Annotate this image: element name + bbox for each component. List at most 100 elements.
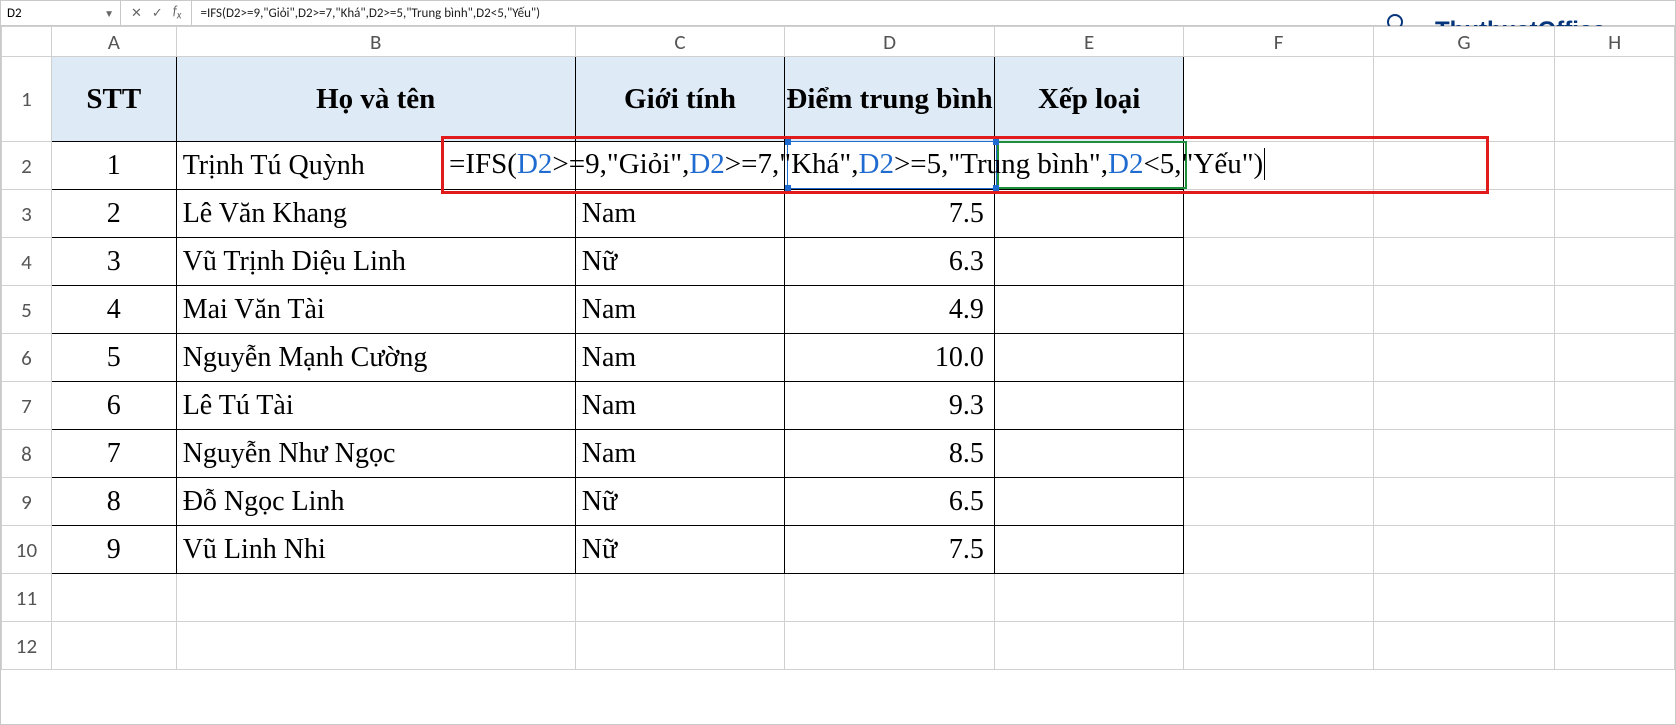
cell-F4[interactable] xyxy=(1184,238,1373,286)
row-header-6[interactable]: 6 xyxy=(2,334,52,382)
col-header-G[interactable]: G xyxy=(1373,27,1554,57)
cell-F9[interactable] xyxy=(1184,478,1373,526)
cell-G9[interactable] xyxy=(1373,478,1554,526)
cell-C9[interactable]: Nữ xyxy=(575,478,785,526)
cell-C1[interactable]: Giới tính xyxy=(575,57,785,142)
cell-A10[interactable]: 9 xyxy=(51,526,176,574)
cell-C2[interactable] xyxy=(575,142,785,190)
cell-B11[interactable] xyxy=(176,574,575,622)
cell-H8[interactable] xyxy=(1555,430,1675,478)
cell-G11[interactable] xyxy=(1373,574,1554,622)
cell-E2[interactable] xyxy=(994,142,1184,190)
spreadsheet-grid[interactable]: A B C D E F G H 1 STT Họ và tên Giới tín… xyxy=(1,26,1675,724)
cell-D9[interactable]: 6.5 xyxy=(785,478,995,526)
cell-A12[interactable] xyxy=(51,622,176,670)
cell-D8[interactable]: 8.5 xyxy=(785,430,995,478)
cell-F6[interactable] xyxy=(1184,334,1373,382)
cell-G10[interactable] xyxy=(1373,526,1554,574)
cell-F3[interactable] xyxy=(1184,190,1373,238)
cell-H1[interactable] xyxy=(1555,57,1675,142)
cell-C8[interactable]: Nam xyxy=(575,430,785,478)
cell-C4[interactable]: Nữ xyxy=(575,238,785,286)
row-header-4[interactable]: 4 xyxy=(2,238,52,286)
cell-D5[interactable]: 4.9 xyxy=(785,286,995,334)
cell-F7[interactable] xyxy=(1184,382,1373,430)
cell-D3[interactable]: 7.5 xyxy=(785,190,995,238)
cell-D4[interactable]: 6.3 xyxy=(785,238,995,286)
cell-C12[interactable] xyxy=(575,622,785,670)
cell-E8[interactable] xyxy=(994,430,1184,478)
cell-C6[interactable]: Nam xyxy=(575,334,785,382)
cell-H2[interactable] xyxy=(1555,142,1675,190)
cell-G6[interactable] xyxy=(1373,334,1554,382)
cell-F8[interactable] xyxy=(1184,430,1373,478)
col-header-A[interactable]: A xyxy=(51,27,176,57)
cell-E1[interactable]: Xếp loại xyxy=(994,57,1184,142)
cell-G1[interactable] xyxy=(1373,57,1554,142)
cell-A2[interactable]: 1 xyxy=(51,142,176,190)
cell-E11[interactable] xyxy=(994,574,1184,622)
row-header-9[interactable]: 9 xyxy=(2,478,52,526)
cell-C7[interactable]: Nam xyxy=(575,382,785,430)
cell-B10[interactable]: Vũ Linh Nhi xyxy=(176,526,575,574)
cell-F1[interactable] xyxy=(1184,57,1373,142)
cell-A3[interactable]: 2 xyxy=(51,190,176,238)
cell-G2[interactable] xyxy=(1373,142,1554,190)
cell-H12[interactable] xyxy=(1555,622,1675,670)
cell-H6[interactable] xyxy=(1555,334,1675,382)
cell-D11[interactable] xyxy=(785,574,995,622)
cell-A8[interactable]: 7 xyxy=(51,430,176,478)
cell-C5[interactable]: Nam xyxy=(575,286,785,334)
cell-E6[interactable] xyxy=(994,334,1184,382)
cell-E5[interactable] xyxy=(994,286,1184,334)
cell-F5[interactable] xyxy=(1184,286,1373,334)
chevron-down-icon[interactable]: ▼ xyxy=(104,7,114,20)
cell-B4[interactable]: Vũ Trịnh Diệu Linh xyxy=(176,238,575,286)
cell-A6[interactable]: 5 xyxy=(51,334,176,382)
row-header-10[interactable]: 10 xyxy=(2,526,52,574)
cell-B1[interactable]: Họ và tên xyxy=(176,57,575,142)
cell-A9[interactable]: 8 xyxy=(51,478,176,526)
row-header-12[interactable]: 12 xyxy=(2,622,52,670)
col-header-B[interactable]: B xyxy=(176,27,575,57)
cell-D2[interactable] xyxy=(785,142,995,190)
cell-B5[interactable]: Mai Văn Tài xyxy=(176,286,575,334)
cell-B3[interactable]: Lê Văn Khang xyxy=(176,190,575,238)
cell-E10[interactable] xyxy=(994,526,1184,574)
cell-H9[interactable] xyxy=(1555,478,1675,526)
row-header-5[interactable]: 5 xyxy=(2,286,52,334)
col-header-C[interactable]: C xyxy=(575,27,785,57)
cell-A1[interactable]: STT xyxy=(51,57,176,142)
cell-F10[interactable] xyxy=(1184,526,1373,574)
row-header-1[interactable]: 1 xyxy=(2,57,52,142)
cell-D6[interactable]: 10.0 xyxy=(785,334,995,382)
cell-B9[interactable]: Đỗ Ngọc Linh xyxy=(176,478,575,526)
cell-H3[interactable] xyxy=(1555,190,1675,238)
cell-B12[interactable] xyxy=(176,622,575,670)
cell-F2[interactable] xyxy=(1184,142,1373,190)
enter-icon[interactable]: ✓ xyxy=(152,6,163,21)
row-header-2[interactable]: 2 xyxy=(2,142,52,190)
cell-G4[interactable] xyxy=(1373,238,1554,286)
cell-E9[interactable] xyxy=(994,478,1184,526)
cancel-icon[interactable]: ✕ xyxy=(131,6,142,21)
cell-B8[interactable]: Nguyễn Như Ngọc xyxy=(176,430,575,478)
col-header-H[interactable]: H xyxy=(1555,27,1675,57)
row-header-8[interactable]: 8 xyxy=(2,430,52,478)
cell-E3[interactable] xyxy=(994,190,1184,238)
cell-B7[interactable]: Lê Tú Tài xyxy=(176,382,575,430)
col-header-D[interactable]: D xyxy=(785,27,995,57)
cell-D1[interactable]: Điểm trung bình xyxy=(785,57,995,142)
cell-F12[interactable] xyxy=(1184,622,1373,670)
cell-G8[interactable] xyxy=(1373,430,1554,478)
cell-A4[interactable]: 3 xyxy=(51,238,176,286)
cell-E12[interactable] xyxy=(994,622,1184,670)
cell-F11[interactable] xyxy=(1184,574,1373,622)
cell-E4[interactable] xyxy=(994,238,1184,286)
cell-D7[interactable]: 9.3 xyxy=(785,382,995,430)
cell-B6[interactable]: Nguyễn Mạnh Cường xyxy=(176,334,575,382)
cell-G7[interactable] xyxy=(1373,382,1554,430)
col-header-F[interactable]: F xyxy=(1184,27,1373,57)
cell-D10[interactable]: 7.5 xyxy=(785,526,995,574)
cell-C11[interactable] xyxy=(575,574,785,622)
